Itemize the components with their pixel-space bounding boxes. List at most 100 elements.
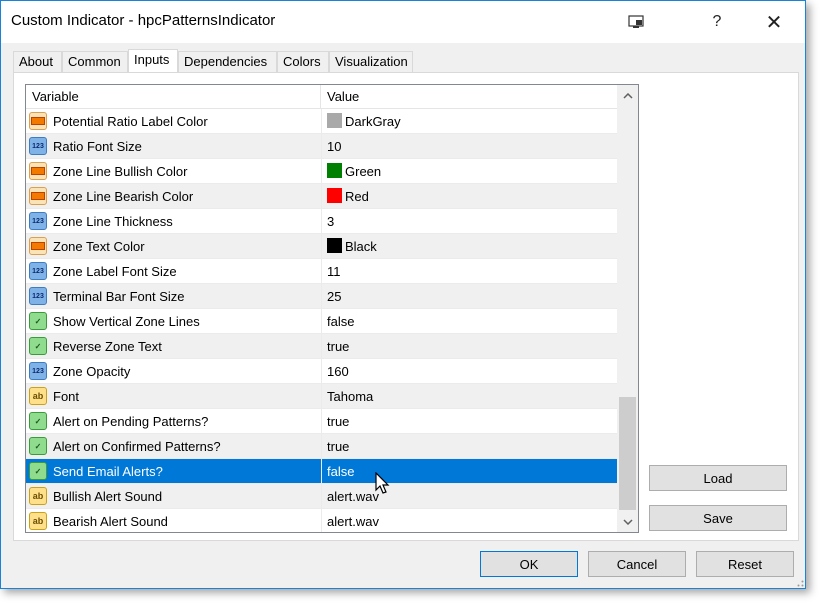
color-palette-icon: [29, 187, 47, 205]
grid-row[interactable]: Potential Ratio Label Color DarkGray: [26, 109, 617, 134]
color-palette-icon: [29, 237, 47, 255]
vertical-scrollbar[interactable]: [617, 85, 638, 532]
mouse-pointer-icon: [375, 472, 390, 494]
value-cell[interactable]: Tahoma: [321, 384, 617, 408]
window-title: Custom Indicator - hpcPatternsIndicator: [11, 12, 276, 29]
grid-header: Variable Value: [26, 85, 617, 109]
boolean-icon: ✓: [29, 437, 47, 455]
grid-row[interactable]: Zone Text Color Black: [26, 234, 617, 259]
value-cell[interactable]: 160: [321, 359, 617, 383]
value-cell[interactable]: 25: [321, 284, 617, 308]
color-palette-icon: [29, 112, 47, 130]
value-cell[interactable]: true: [321, 409, 617, 433]
value-cell[interactable]: DarkGray: [321, 109, 617, 133]
inputs-grid: Variable Value Potential Ratio Label Col…: [25, 84, 639, 533]
tab-visualization[interactable]: Visualization: [329, 51, 413, 72]
tab-about[interactable]: About: [13, 51, 62, 72]
resize-grip-icon[interactable]: [794, 577, 804, 587]
grid-row[interactable]: 123 Ratio Font Size 10: [26, 134, 617, 159]
grid-row[interactable]: Zone Line Bearish Color Red: [26, 184, 617, 209]
scroll-up-icon[interactable]: [617, 85, 638, 106]
variable-name: Send Email Alerts?: [53, 464, 163, 479]
tab-colors[interactable]: Colors: [277, 51, 329, 72]
color-swatch: [327, 163, 342, 178]
variable-value: Black: [345, 239, 377, 254]
grid-row[interactable]: ab Bullish Alert Sound alert.wav: [26, 484, 617, 509]
save-button[interactable]: Save: [649, 505, 787, 531]
reset-button[interactable]: Reset: [696, 551, 794, 577]
value-cell[interactable]: true: [321, 334, 617, 358]
value-cell[interactable]: 11: [321, 259, 617, 283]
grid-row[interactable]: ab Bearish Alert Sound alert.wav: [26, 509, 617, 532]
load-button[interactable]: Load: [649, 465, 787, 491]
variable-name: Alert on Pending Patterns?: [53, 414, 209, 429]
grid-row[interactable]: 123 Zone Line Thickness 3: [26, 209, 617, 234]
tab-common[interactable]: Common: [62, 51, 128, 72]
scrollbar-thumb[interactable]: [619, 397, 636, 510]
variable-name: Alert on Confirmed Patterns?: [53, 439, 221, 454]
value-column-header[interactable]: Value: [327, 89, 359, 104]
tab-dependencies[interactable]: Dependencies: [178, 51, 277, 72]
variable-value: true: [327, 439, 350, 454]
variable-name: Bullish Alert Sound: [53, 489, 163, 504]
variable-name: Zone Opacity: [53, 364, 131, 379]
grid-row[interactable]: ✓ Show Vertical Zone Lines false: [26, 309, 617, 334]
variable-value: 10: [327, 139, 342, 154]
color-swatch: [327, 188, 342, 203]
color-swatch: [327, 238, 342, 253]
integer-icon: 123: [29, 137, 47, 155]
boolean-icon: ✓: [29, 337, 47, 355]
variable-value: Red: [345, 189, 369, 204]
ok-button[interactable]: OK: [480, 551, 578, 577]
integer-icon: 123: [29, 362, 47, 380]
column-divider[interactable]: [320, 85, 321, 109]
grid-row[interactable]: 123 Zone Label Font Size 11: [26, 259, 617, 284]
variable-name: Show Vertical Zone Lines: [53, 314, 200, 329]
variable-value: DarkGray: [345, 114, 401, 129]
grid-row[interactable]: ✓ Reverse Zone Text true: [26, 334, 617, 359]
boolean-icon: ✓: [29, 412, 47, 430]
variable-value: 3: [327, 214, 335, 229]
title-bar[interactable]: Custom Indicator - hpcPatternsIndicator …: [1, 1, 805, 43]
value-cell[interactable]: Black: [321, 234, 617, 258]
grid-row[interactable]: 123 Zone Opacity 160: [26, 359, 617, 384]
variable-name: Font: [53, 389, 80, 404]
variable-name: Zone Line Thickness: [53, 214, 173, 229]
variable-value: Tahoma: [327, 389, 374, 404]
grid-row[interactable]: ✓ Alert on Pending Patterns? true: [26, 409, 617, 434]
tab-inputs[interactable]: Inputs: [128, 49, 178, 73]
boolean-icon: ✓: [29, 312, 47, 330]
boolean-icon: ✓: [29, 462, 47, 480]
cancel-button[interactable]: Cancel: [588, 551, 686, 577]
variable-value: true: [327, 339, 350, 354]
string-icon: ab: [29, 487, 47, 505]
value-cell[interactable]: 10: [321, 134, 617, 158]
variable-value: 11: [327, 264, 341, 279]
close-button[interactable]: ✕: [751, 1, 797, 43]
value-cell[interactable]: false: [321, 459, 617, 483]
variable-value: alert.wav: [327, 489, 380, 504]
value-cell[interactable]: 3: [321, 209, 617, 233]
grid-row[interactable]: 123 Terminal Bar Font Size 25: [26, 284, 617, 309]
variable-name: Reverse Zone Text: [53, 339, 162, 354]
variable-name: Potential Ratio Label Color: [53, 114, 208, 129]
grid-row[interactable]: ✓ Alert on Confirmed Patterns? true: [26, 434, 617, 459]
grid-row[interactable]: Zone Line Bullish Color Green: [26, 159, 617, 184]
value-cell[interactable]: false: [321, 309, 617, 333]
value-cell[interactable]: alert.wav: [321, 509, 617, 532]
string-icon: ab: [29, 387, 47, 405]
variable-name: Terminal Bar Font Size: [53, 289, 185, 304]
value-cell[interactable]: Green: [321, 159, 617, 183]
value-cell[interactable]: true: [321, 434, 617, 458]
help-button[interactable]: ?: [694, 1, 740, 43]
variable-value: false: [327, 464, 355, 479]
value-cell[interactable]: Red: [321, 184, 617, 208]
color-palette-icon: [29, 162, 47, 180]
value-cell[interactable]: alert.wav: [321, 484, 617, 508]
variable-name: Zone Line Bearish Color: [53, 189, 194, 204]
grid-row[interactable]: ✓ Send Email Alerts? false: [26, 459, 617, 484]
context-help-icon[interactable]: [613, 1, 659, 43]
grid-row[interactable]: ab Font Tahoma: [26, 384, 617, 409]
scroll-down-icon[interactable]: [617, 511, 638, 532]
variable-column-header[interactable]: Variable: [32, 89, 79, 104]
